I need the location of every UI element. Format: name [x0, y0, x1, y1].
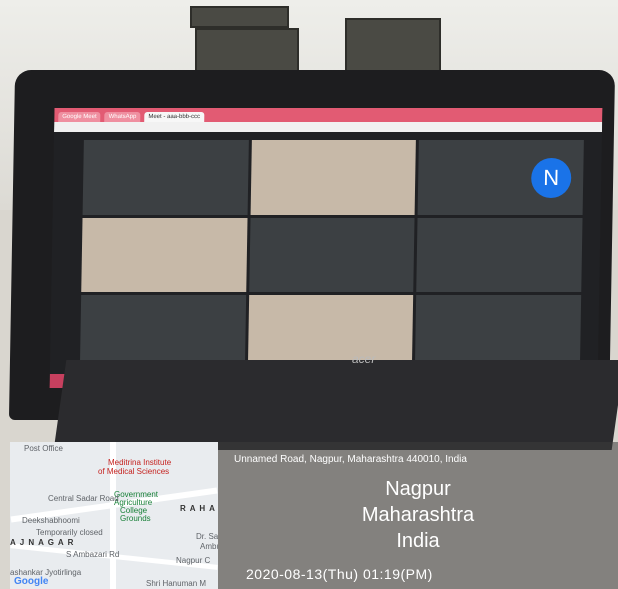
map-label: Deekshabhoomi — [22, 516, 80, 525]
geotag-overlay: Unnamed Road, Nagpur, Maharashtra 440010… — [218, 442, 618, 589]
map-label: Meditrina Institute — [108, 458, 172, 467]
map-label: Post Office — [24, 444, 63, 453]
participant-tile — [415, 295, 582, 370]
laptop-keyboard — [53, 360, 618, 450]
map-thumbnail: Post Office Meditrina Institute of Medic… — [10, 442, 218, 589]
map-label: S Ambazari Rd — [66, 550, 120, 559]
participant-tile — [416, 217, 583, 293]
photo-scene: Google Meet WhatsApp Meet - aaa-bbb-ccc … — [0, 0, 618, 589]
map-label: of Medical Sciences — [98, 467, 170, 476]
map-label: R A H A — [180, 504, 216, 513]
map-label: A J N A G A R — [10, 538, 75, 547]
browser-tabbar: Google Meet WhatsApp Meet - aaa-bbb-ccc — [54, 108, 603, 122]
geotag-city: Nagpur — [385, 478, 451, 500]
laptop-screen: Google Meet WhatsApp Meet - aaa-bbb-ccc … — [49, 108, 603, 388]
laptop-brand: acer — [352, 352, 376, 366]
geotag-country: India — [396, 530, 440, 552]
browser-tab: WhatsApp — [104, 112, 141, 122]
wall-cabinet — [190, 6, 289, 28]
participant-tile — [79, 295, 246, 370]
map-label: Grounds — [120, 514, 151, 523]
meet-grid — [79, 140, 584, 370]
geotag-state: Maharashtra — [361, 504, 475, 526]
map-label: Central Sadar Road — [48, 494, 119, 503]
map-label: Nagpur C — [176, 556, 211, 565]
participant-tile — [248, 217, 415, 293]
address-bar — [54, 122, 603, 132]
browser-tab: Google Meet — [58, 112, 101, 122]
map-label: Shri Hanuman M — [146, 579, 207, 588]
participant-tile — [250, 140, 417, 215]
map-label: Dr. Sa — [196, 532, 218, 541]
participant-tile — [82, 140, 249, 215]
geotag-address: Unnamed Road, Nagpur, Maharashtra 440010… — [234, 454, 467, 465]
map-label: Temporarily closed — [36, 528, 103, 537]
google-logo: Google — [14, 576, 49, 587]
participant-tile — [81, 217, 248, 293]
browser-tab: Meet - aaa-bbb-ccc — [144, 112, 205, 122]
geotag-datetime: 2020-08-13(Thu) 01:19(PM) — [246, 566, 433, 582]
map-label: Ambu — [200, 542, 218, 551]
participant-tile — [247, 295, 414, 370]
